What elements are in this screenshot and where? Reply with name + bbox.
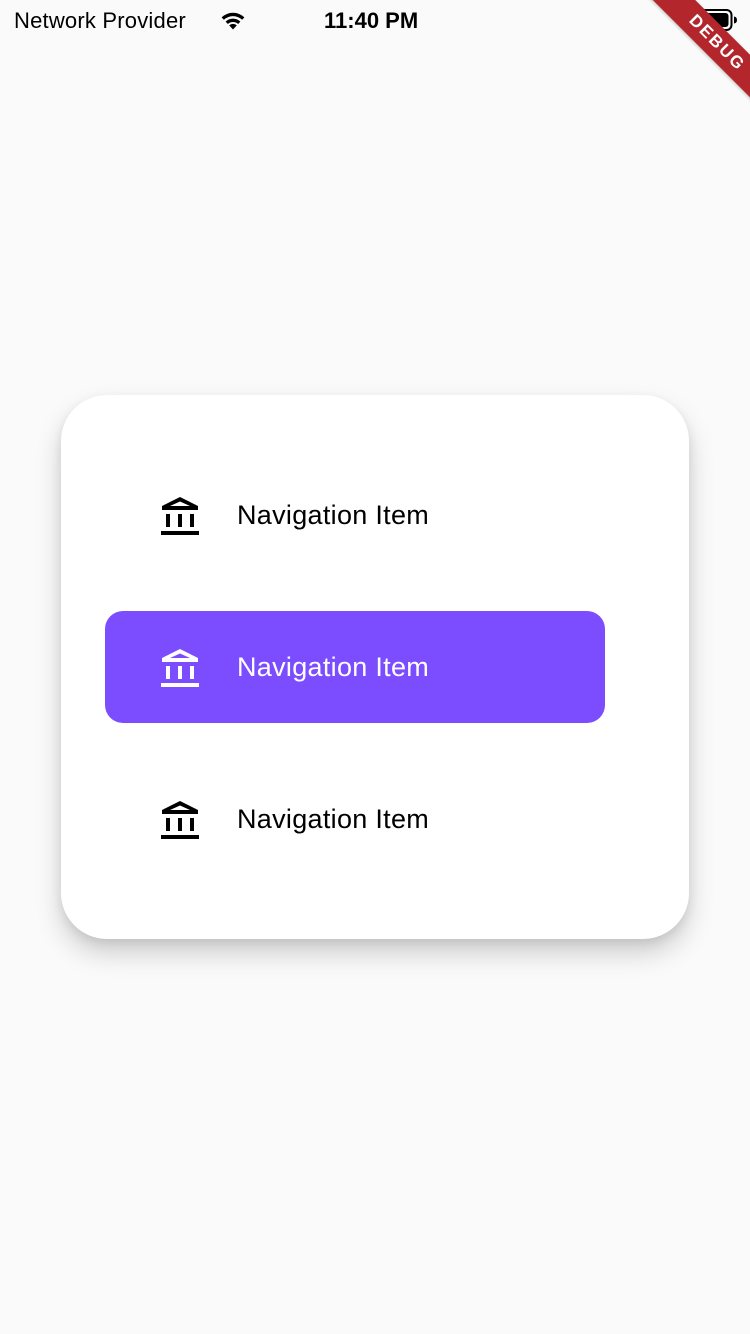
bank-icon	[161, 497, 199, 535]
status-time: 11:40 PM	[324, 8, 419, 33]
nav-item-3[interactable]: Navigation Item	[105, 763, 605, 875]
carrier-name: Network Provider	[14, 8, 186, 33]
navigation-card: Navigation Item Navigation Item Navigati…	[61, 395, 689, 939]
nav-item-label: Navigation Item	[237, 500, 430, 530]
wifi-icon	[221, 12, 245, 30]
nav-item-1[interactable]: Navigation Item	[105, 459, 605, 571]
bank-icon	[161, 649, 199, 687]
bank-icon	[161, 801, 199, 839]
nav-item-2[interactable]: Navigation Item	[105, 611, 605, 723]
nav-item-label: Navigation Item	[237, 652, 430, 682]
status-bar: Network Provider 11:40 PM	[0, 0, 750, 40]
nav-item-label: Navigation Item	[237, 804, 430, 834]
